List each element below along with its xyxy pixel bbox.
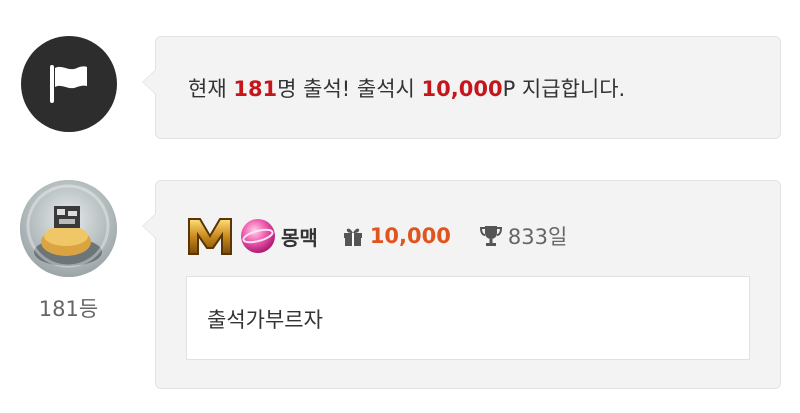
attendance-notice-text: 현재 181명 출석! 출석시 10,000P 지급합니다.	[188, 73, 625, 103]
reward-points: 10,000	[421, 77, 503, 101]
notice-suffix: P 지급합니다.	[502, 77, 626, 101]
attendance-entry-bubble: 몽맥 10,000 833일 출석가부르자	[142, 180, 781, 389]
notice-flag-avatar	[21, 36, 117, 132]
flag-icon	[50, 65, 87, 103]
attendance-notice-bubble: 현재 181명 출석! 출석시 10,000P 지급합니다.	[142, 36, 781, 139]
attendance-rank: 181등	[38, 297, 99, 321]
comment-text: 출석가부르자	[207, 308, 323, 332]
notice-middle: 명 출석! 출석시	[277, 77, 422, 101]
user-info-row: 몽맥 10,000 833일	[186, 214, 567, 258]
attendance-count: 181	[233, 77, 278, 101]
avatar-photo	[20, 180, 117, 277]
level-badge-icon	[188, 218, 232, 255]
user-points: 10,000	[369, 224, 451, 248]
attendance-days: 833일	[507, 225, 568, 249]
nickname[interactable]: 몽맥	[281, 222, 318, 251]
avatar[interactable]	[20, 180, 117, 277]
gift-icon	[343, 228, 362, 246]
notice-prefix: 현재	[188, 77, 234, 101]
pink-orb-icon	[241, 219, 275, 253]
trophy-icon	[479, 226, 502, 246]
comment-box: 출석가부르자	[186, 276, 750, 360]
